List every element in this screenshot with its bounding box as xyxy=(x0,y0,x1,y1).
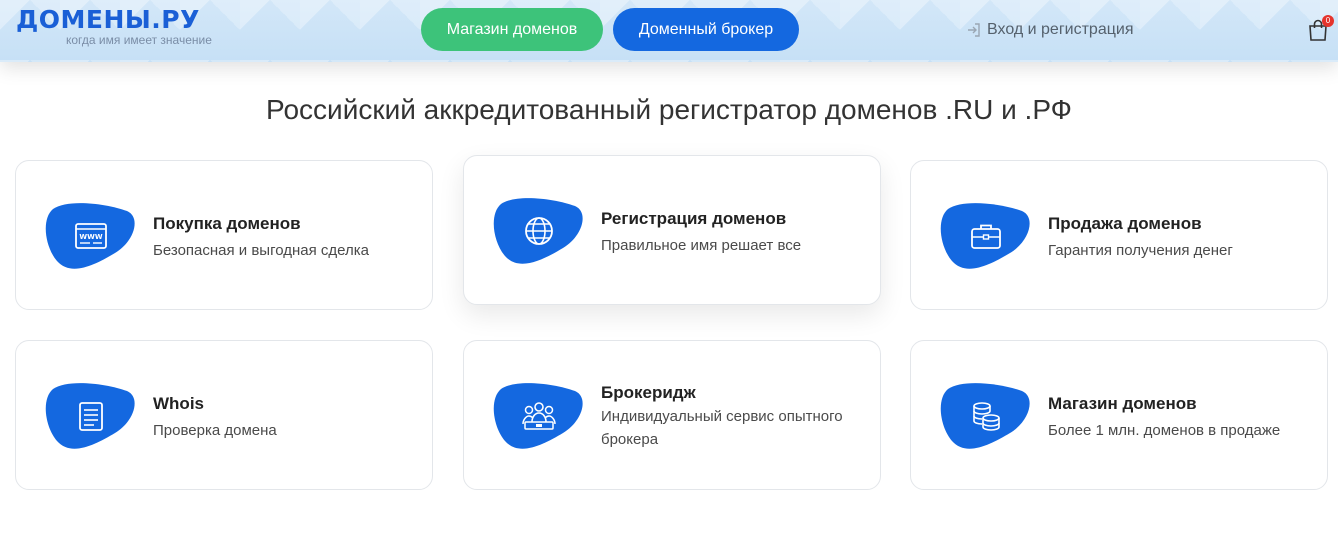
card-subtitle: Проверка домена xyxy=(153,422,277,439)
login-label: Вход и регистрация xyxy=(987,21,1134,38)
cart-button[interactable]: 0 xyxy=(1306,15,1334,44)
coins-stack-icon xyxy=(973,402,1000,431)
card-subtitle: Безопасная и выгодная сделка xyxy=(153,242,369,259)
card-title: Магазин доменов xyxy=(1048,394,1197,413)
card-title: Регистрация доменов xyxy=(601,209,787,228)
card-subtitle: Правильное имя решает все xyxy=(601,237,802,254)
page-title: Российский аккредитованный регистратор д… xyxy=(266,94,1072,125)
site-header: ДОМЕНЫ.РУ когда имя имеет значение Магаз… xyxy=(0,0,1338,62)
domain-broker-button[interactable]: Доменный брокер xyxy=(613,8,799,51)
domain-shop-button[interactable]: Магазин доменов xyxy=(421,8,603,51)
logo-tagline: когда имя имеет значение xyxy=(66,33,212,47)
card-title: Whois xyxy=(153,394,204,413)
www-browser-icon: WWW xyxy=(75,223,107,249)
service-card-whois[interactable]: Whois Проверка домена xyxy=(15,340,433,490)
service-card-register-domains[interactable]: Регистрация доменов Правильное имя решае… xyxy=(463,155,881,305)
svg-text:WWW: WWW xyxy=(79,233,102,241)
icon-blob: WWW xyxy=(45,201,137,271)
card-subtitle: Более 1 млн. доменов в продаже xyxy=(1048,422,1281,439)
card-title: Брокеридж xyxy=(601,383,696,402)
cart-count-badge: 0 xyxy=(1322,15,1334,27)
card-title: Продажа доменов xyxy=(1048,214,1202,233)
service-card-sell-domains[interactable]: Продажа доменов Гарантия получения денег xyxy=(910,160,1328,310)
icon-blob xyxy=(45,381,137,451)
icon-blob xyxy=(940,201,1032,271)
card-title: Покупка доменов xyxy=(153,214,301,233)
logo-text: ДОМЕНЫ.РУ xyxy=(16,5,200,34)
card-subtitle: Гарантия получения денег xyxy=(1048,242,1233,259)
service-card-domain-shop[interactable]: Магазин доменов Более 1 млн. доменов в п… xyxy=(910,340,1328,490)
icon-blob xyxy=(493,196,585,266)
icon-blob xyxy=(940,381,1032,451)
briefcase-icon xyxy=(971,224,1001,249)
document-icon xyxy=(79,402,103,431)
globe-icon xyxy=(525,217,553,245)
logo[interactable]: ДОМЕНЫ.РУ когда имя имеет значение xyxy=(16,6,256,48)
login-link[interactable]: Вход и регистрация xyxy=(966,20,1133,40)
sign-in-icon xyxy=(968,23,980,37)
service-card-buy-domains[interactable]: WWW Покупка доменов Безопасная и выгодна… xyxy=(15,160,433,310)
service-card-brokerage[interactable]: Брокеридж Индивидуальный сервис опытного… xyxy=(463,340,881,490)
card-subtitle: Индивидуальный сервис опытного брокера xyxy=(601,408,843,448)
icon-blob xyxy=(493,381,585,451)
team-icon xyxy=(522,402,556,430)
